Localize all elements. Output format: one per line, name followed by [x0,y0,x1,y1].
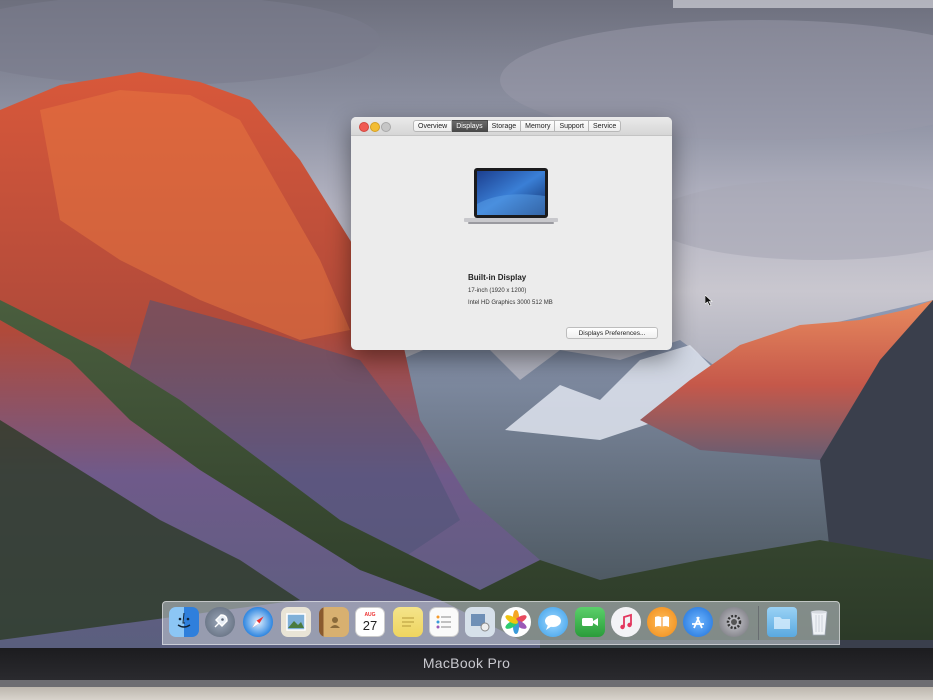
display-name: Built-in Display [468,273,527,282]
compass-icon[interactable] [243,607,273,637]
segmented-tabs: Overview Displays Storage Memory Support… [413,120,622,132]
zoom-window-button[interactable] [381,122,391,132]
trash-icon[interactable] [804,607,834,637]
video-icon[interactable] [575,607,605,637]
tab-service[interactable]: Service [588,120,622,132]
graphics-info: Intel HD Graphics 3000 512 MB [468,300,553,306]
tab-overview[interactable]: Overview [413,120,453,132]
photobooth-icon[interactable] [465,607,495,637]
flower-icon[interactable] [501,607,531,637]
calendar-icon[interactable]: AUG 27 [355,607,385,637]
finder-icon[interactable] [169,607,199,637]
about-this-mac-window: Overview Displays Storage Memory Support… [351,117,672,350]
photo-icon[interactable] [281,607,311,637]
list-icon[interactable] [429,607,459,637]
minimize-window-button[interactable] [370,122,380,132]
music-icon[interactable] [611,607,641,637]
desktop: Overview Displays Storage Memory Support… [0,0,933,648]
display-resolution: 17-inch (1920 x 1200) [468,288,527,294]
window-titlebar: Overview Displays Storage Memory Support… [351,117,672,136]
appstore-icon[interactable] [683,607,713,637]
mouse-pointer-icon [705,295,713,306]
book-icon[interactable] [647,607,677,637]
macbook-pro-label: MacBook Pro [422,655,511,671]
tab-memory[interactable]: Memory [521,120,556,132]
gear-icon[interactable] [719,607,749,637]
calendar-day: 27 [362,617,378,633]
close-window-button[interactable] [359,122,369,132]
tab-displays[interactable]: Displays [452,120,488,132]
laptop-hinge [0,680,933,687]
tab-support[interactable]: Support [555,120,589,132]
desk-surface [0,687,933,700]
dock: AUG 27 [162,601,840,645]
folder-icon[interactable] [767,607,797,637]
notes-icon[interactable] [393,607,423,637]
menu-bar [673,0,933,8]
laptop-display-icon [464,168,558,224]
tab-storage[interactable]: Storage [487,120,522,132]
rocket-icon[interactable] [205,607,235,637]
chat-icon[interactable] [538,607,568,637]
displays-preferences-button[interactable]: Displays Preferences... [566,327,658,339]
displays-pane: Built-in Display 17-inch (1920 x 1200) I… [351,136,672,350]
dock-separator [758,606,759,640]
contacts-icon[interactable] [319,607,349,637]
